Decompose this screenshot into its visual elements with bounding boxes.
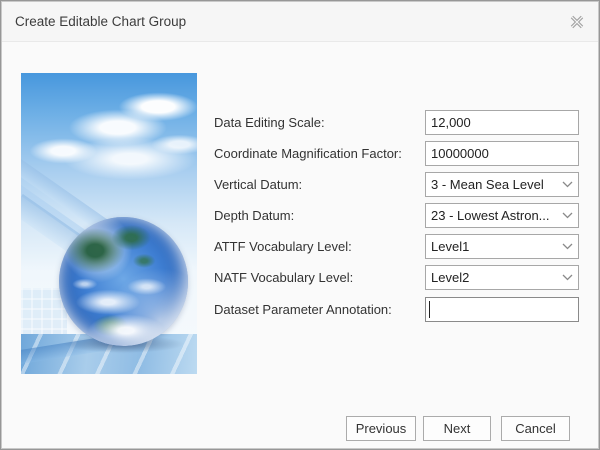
close-x-glyph <box>569 14 585 30</box>
chevron-down-icon <box>562 274 573 281</box>
dialog-title: Create Editable Chart Group <box>15 2 186 42</box>
form-row-coordinate-magnification-factor: Coordinate Magnification Factor: <box>214 141 580 166</box>
form-row-vertical-datum: Vertical Datum: 3 - Mean Sea Level <box>214 172 580 197</box>
form-row-dataset-parameter-annotation: Dataset Parameter Annotation: <box>214 297 580 322</box>
chevron-down-icon <box>562 243 573 250</box>
earth-globe-illustration <box>21 73 197 374</box>
vertical-datum-label: Vertical Datum: <box>214 172 302 197</box>
vertical-datum-value: 3 - Mean Sea Level <box>431 177 558 192</box>
form-row-attf-vocabulary-level: ATTF Vocabulary Level: Level1 <box>214 234 580 259</box>
natf-vocabulary-level-value: Level2 <box>431 270 558 285</box>
dataset-parameter-annotation-input[interactable] <box>425 297 579 322</box>
cancel-button[interactable]: Cancel <box>501 416 570 441</box>
depth-datum-select[interactable]: 23 - Lowest Astron... <box>425 203 579 228</box>
attf-vocabulary-level-label: ATTF Vocabulary Level: <box>214 234 352 259</box>
coordinate-magnification-factor-input[interactable] <box>425 141 579 166</box>
data-editing-scale-input[interactable] <box>425 110 579 135</box>
create-editable-chart-group-dialog: Create Editable Chart Group Data Editing… <box>0 0 600 450</box>
form-row-data-editing-scale: Data Editing Scale: <box>214 110 580 135</box>
next-button[interactable]: Next <box>423 416 491 441</box>
previous-button[interactable]: Previous <box>346 416 416 441</box>
text-caret <box>429 301 430 318</box>
data-editing-scale-label: Data Editing Scale: <box>214 110 325 135</box>
chevron-down-icon <box>562 212 573 219</box>
depth-datum-label: Depth Datum: <box>214 203 294 228</box>
coordinate-magnification-factor-label: Coordinate Magnification Factor: <box>214 141 402 166</box>
form-row-depth-datum: Depth Datum: 23 - Lowest Astron... <box>214 203 580 228</box>
vertical-datum-select[interactable]: 3 - Mean Sea Level <box>425 172 579 197</box>
attf-vocabulary-level-value: Level1 <box>431 239 558 254</box>
close-icon[interactable] <box>568 13 586 31</box>
depth-datum-value: 23 - Lowest Astron... <box>431 208 558 223</box>
natf-vocabulary-level-label: NATF Vocabulary Level: <box>214 265 353 290</box>
dataset-parameter-annotation-label: Dataset Parameter Annotation: <box>214 297 392 322</box>
chevron-down-icon <box>562 181 573 188</box>
earth-globe <box>59 217 188 346</box>
form-row-natf-vocabulary-level: NATF Vocabulary Level: Level2 <box>214 265 580 290</box>
natf-vocabulary-level-select[interactable]: Level2 <box>425 265 579 290</box>
attf-vocabulary-level-select[interactable]: Level1 <box>425 234 579 259</box>
titlebar: Create Editable Chart Group <box>2 2 598 42</box>
